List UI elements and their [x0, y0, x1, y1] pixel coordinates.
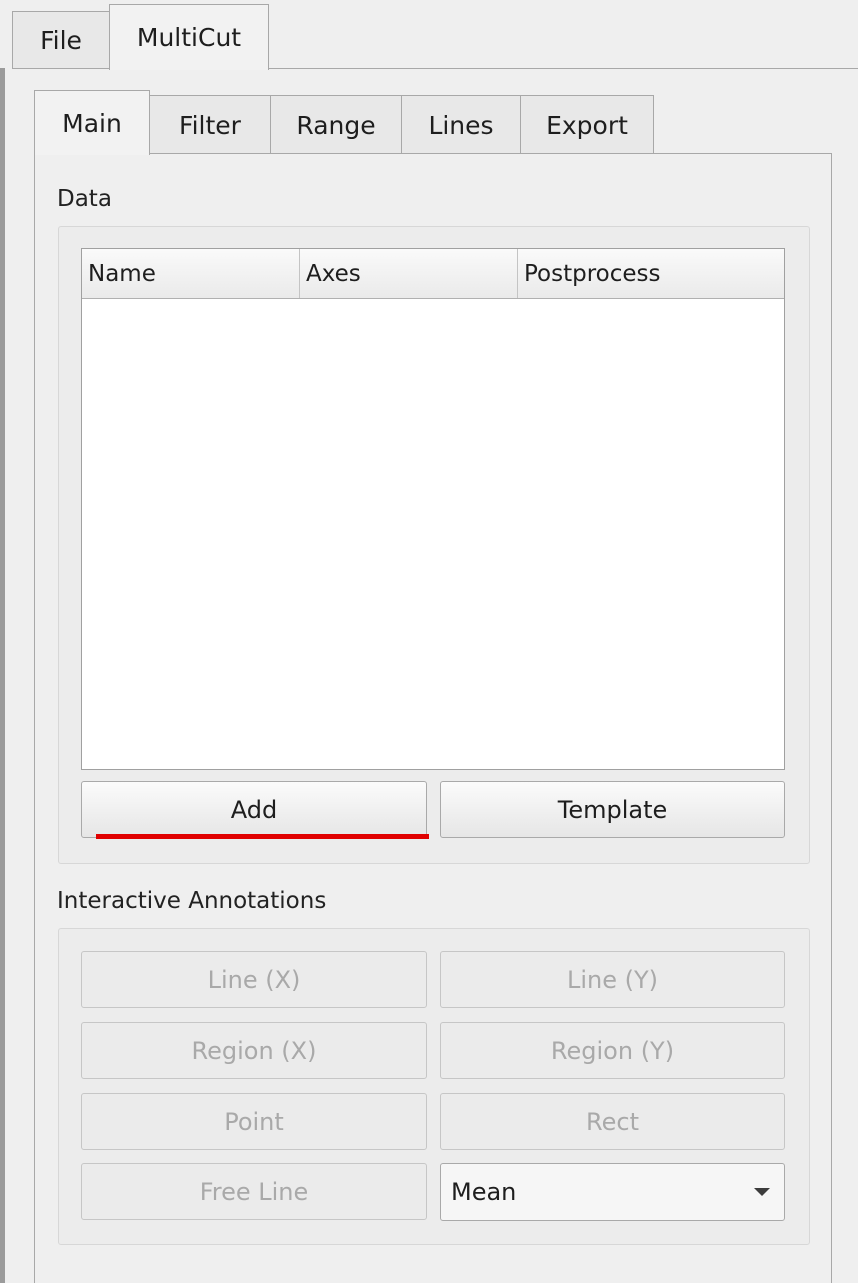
tab-filter[interactable]: Filter — [149, 95, 271, 155]
tab-file[interactable]: File — [12, 11, 110, 69]
template-button[interactable]: Template — [440, 781, 785, 838]
line-y-button[interactable]: Line (Y) — [440, 951, 785, 1008]
column-header-postprocess[interactable]: Postprocess — [518, 249, 784, 298]
rect-button[interactable]: Rect — [440, 1093, 785, 1150]
top-tab-bar: File MultiCut — [0, 0, 858, 70]
multicut-panel: File MultiCut Main Filter Range Lines Ex… — [0, 0, 858, 1283]
point-button-label: Point — [224, 1107, 284, 1136]
column-header-name[interactable]: Name — [82, 249, 300, 298]
left-splitter[interactable] — [0, 68, 5, 1283]
free-line-button-label: Free Line — [199, 1177, 309, 1206]
add-button-label: Add — [230, 795, 278, 824]
reduction-mode-value: Mean — [451, 1178, 517, 1206]
tab-multicut[interactable]: MultiCut — [109, 4, 269, 70]
line-y-button-label: Line (Y) — [566, 965, 659, 994]
annotations-section-title: Interactive Annotations — [57, 888, 327, 914]
column-header-axes[interactable]: Axes — [300, 249, 518, 298]
tab-lines[interactable]: Lines — [401, 95, 521, 155]
data-table[interactable]: Name Axes Postprocess — [81, 248, 785, 770]
template-button-label: Template — [557, 795, 668, 824]
add-button[interactable]: Add — [81, 781, 427, 838]
point-button[interactable]: Point — [81, 1093, 427, 1150]
region-y-button-label: Region (Y) — [550, 1036, 675, 1065]
chevron-down-icon — [754, 1188, 770, 1196]
data-table-header: Name Axes Postprocess — [82, 249, 784, 299]
region-x-button[interactable]: Region (X) — [81, 1022, 427, 1079]
tab-filter-label: Filter — [179, 111, 241, 140]
tab-multicut-label: MultiCut — [136, 23, 242, 52]
tab-main-label: Main — [62, 108, 122, 138]
free-line-button[interactable]: Free Line — [81, 1163, 427, 1220]
tab-main[interactable]: Main — [34, 90, 150, 155]
region-y-button[interactable]: Region (Y) — [440, 1022, 785, 1079]
region-x-button-label: Region (X) — [191, 1036, 317, 1065]
tab-range-label: Range — [296, 111, 376, 140]
line-x-button-label: Line (X) — [207, 965, 301, 994]
reduction-mode-select[interactable]: Mean — [440, 1163, 785, 1221]
tab-export[interactable]: Export — [520, 95, 654, 155]
tab-file-label: File — [40, 26, 82, 55]
tab-lines-label: Lines — [428, 111, 494, 140]
data-section-title: Data — [57, 186, 112, 212]
line-x-button[interactable]: Line (X) — [81, 951, 427, 1008]
rect-button-label: Rect — [586, 1107, 639, 1136]
add-button-underline — [96, 834, 429, 839]
tab-range[interactable]: Range — [270, 95, 402, 155]
tab-export-label: Export — [546, 111, 628, 140]
